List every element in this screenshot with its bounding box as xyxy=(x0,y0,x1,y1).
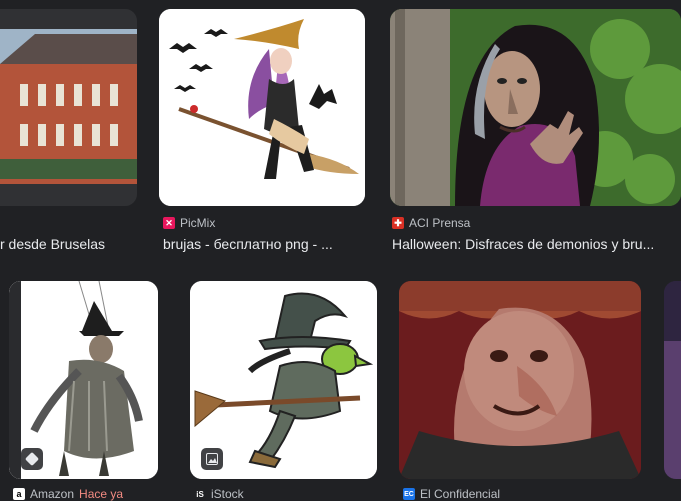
result-source-label-6: El Confidencial xyxy=(420,487,501,501)
result-source-3[interactable]: ✚ ACI Prensa xyxy=(392,216,470,230)
result-source-5[interactable]: iS iStock xyxy=(194,487,244,501)
result-image-7[interactable] xyxy=(664,281,681,479)
old-witch-image xyxy=(390,9,681,206)
result-source-extra-4: Hace ya xyxy=(79,487,124,501)
building-image xyxy=(0,9,137,206)
result-title-3[interactable]: Halloween: Disfraces de demonios y bru..… xyxy=(392,236,681,252)
el-confidencial-favicon: EC xyxy=(403,488,415,500)
result-image-6[interactable] xyxy=(399,281,641,479)
result-source-label-5: iStock xyxy=(211,487,244,501)
witch-bats-image xyxy=(159,9,365,206)
result-image-3[interactable] xyxy=(390,9,681,206)
cropped-image xyxy=(664,281,681,479)
result-source-label-2: PicMix xyxy=(180,216,216,230)
image-icon xyxy=(206,453,218,465)
tag-badge-4 xyxy=(21,448,43,470)
image-badge-5 xyxy=(201,448,223,470)
result-source-label-3: ACI Prensa xyxy=(409,216,471,230)
witch-creature-image xyxy=(399,281,641,479)
picmix-favicon: ✕ xyxy=(163,217,175,229)
amazon-favicon: a xyxy=(13,488,25,500)
tag-icon xyxy=(24,451,40,467)
result-source-4[interactable]: a Amazon Hace ya xyxy=(13,487,123,501)
result-source-2[interactable]: ✕ PicMix xyxy=(163,216,215,230)
result-image-2[interactable] xyxy=(159,9,365,206)
result-source-6[interactable]: EC El Confidencial xyxy=(403,487,500,501)
result-image-1[interactable] xyxy=(0,9,137,206)
result-source-label-4: Amazon xyxy=(30,487,75,501)
istock-favicon: iS xyxy=(194,488,206,500)
result-title-2[interactable]: brujas - бесплатно png - ... xyxy=(163,236,333,252)
result-title-1[interactable]: r desde Bruselas xyxy=(0,236,105,252)
aci-prensa-favicon: ✚ xyxy=(392,217,404,229)
